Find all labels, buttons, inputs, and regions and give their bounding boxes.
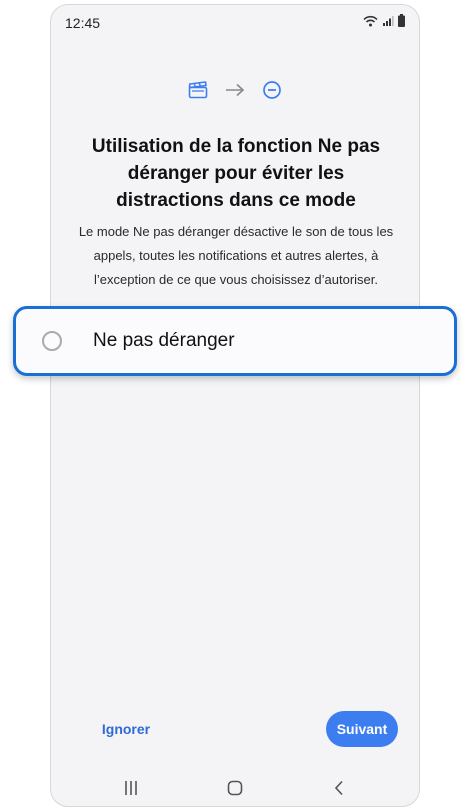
next-button[interactable]: Suivant [326, 711, 398, 747]
signal-icon [383, 15, 394, 26]
page-title: Utilisation de la fonction Ne pas dérang… [91, 136, 381, 211]
page-description: Le mode Ne pas déranger désactive le son… [78, 224, 394, 287]
back-icon [334, 780, 343, 796]
dnd-option-label: Ne pas déranger [93, 330, 235, 351]
recents-icon [125, 781, 137, 795]
mode-flow-illustration [51, 80, 419, 100]
back-button[interactable] [319, 776, 359, 800]
dnd-option-card[interactable]: Ne pas déranger [13, 306, 457, 376]
home-button[interactable] [215, 776, 255, 800]
dnd-radio-button[interactable] [42, 331, 62, 351]
arrow-right-icon [226, 83, 245, 97]
do-not-disturb-icon [263, 81, 281, 99]
wifi-icon [363, 15, 378, 26]
navigation-bar [51, 770, 419, 806]
status-bar: 12:45 [51, 5, 419, 39]
recents-button[interactable] [111, 776, 151, 800]
status-time: 12:45 [65, 15, 101, 31]
battery-icon [398, 14, 405, 27]
phone-screen: 12:45 Utilisation de la fonction Ne pas … [50, 4, 420, 807]
home-icon [227, 780, 243, 796]
status-icons [363, 14, 405, 27]
clapperboard-icon [188, 81, 208, 99]
skip-button[interactable]: Ignorer [85, 711, 167, 747]
